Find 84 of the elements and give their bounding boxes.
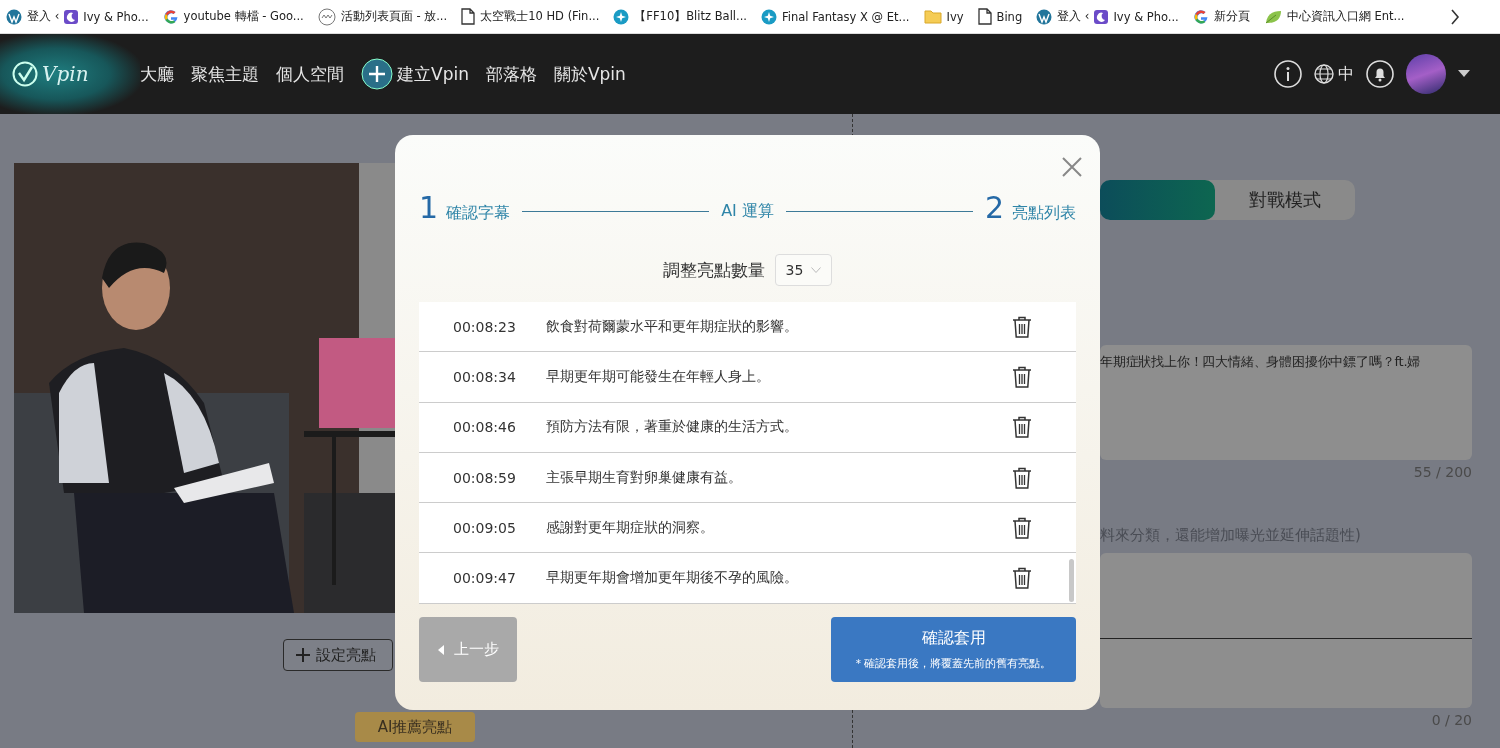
trash-icon <box>1012 516 1032 539</box>
nav-link[interactable]: 大廳 <box>140 62 174 86</box>
bookmark[interactable]: Final Fantasy X @ Et... <box>761 8 910 25</box>
delete-button[interactable] <box>1012 567 1032 590</box>
sparkle-icon <box>613 8 630 25</box>
check-circle-icon <box>12 61 38 87</box>
bookmark[interactable]: Bing <box>977 8 1023 25</box>
confirm-button[interactable]: 確認套用 * 確認套用後，將覆蓋先前的舊有亮點。 <box>831 617 1076 682</box>
bookmark[interactable]: 太空戰士10 HD (Fin... <box>461 8 600 25</box>
title-field[interactable]: 年期症狀找上你！四大情緒、身體困擾你中鏢了嗎？ft.婦 <box>1100 345 1472 460</box>
close-icon <box>1062 157 1082 177</box>
chevron-right-icon <box>1450 8 1460 25</box>
close-button[interactable] <box>1062 157 1082 177</box>
document-icon <box>977 8 992 25</box>
step-indicator: 1 確認字幕 <box>419 193 511 224</box>
delete-button[interactable] <box>1012 466 1032 489</box>
count-label: 調整亮點數量 <box>662 258 765 282</box>
bookmark[interactable]: Ivy <box>923 9 964 24</box>
bookmark[interactable]: 中心資訊入口網 Ent... <box>1263 8 1405 25</box>
highlight-text: 早期更年期可能發生在年輕人身上。 <box>546 367 771 386</box>
bookmark[interactable]: 登入 ‹ Ivy & Pho... <box>1036 8 1179 25</box>
plus-icon <box>296 648 310 662</box>
timestamp: 00:08:34 <box>452 368 517 385</box>
timestamp: 00:08:46 <box>452 419 517 436</box>
highlight-text: 預防方法有限，著重於健康的生活方式。 <box>546 418 799 437</box>
moon-app-icon <box>64 9 79 24</box>
logo[interactable]: Vpin <box>0 34 140 114</box>
count-select[interactable]: 35 <box>774 254 833 286</box>
step-indicator: 2 亮點列表 <box>984 193 1076 224</box>
step-label: AI 運算 <box>721 201 774 222</box>
bookmark[interactable]: youtube 轉檔 - Goo... <box>162 8 304 25</box>
google-icon <box>162 8 179 25</box>
moon-app-icon <box>1094 9 1109 24</box>
notifications-button[interactable] <box>1366 60 1394 88</box>
trash-icon <box>1012 315 1032 338</box>
set-highlight-button[interactable]: 設定亮點 <box>283 639 393 671</box>
google-icon <box>1192 8 1209 25</box>
plus-circle-icon <box>361 58 393 90</box>
highlight-text: 飲食對荷爾蒙水平和更年期症狀的影響。 <box>546 317 799 336</box>
scrollbar[interactable] <box>1069 559 1074 602</box>
info-icon <box>1274 60 1302 88</box>
chevron-down-icon <box>811 267 822 273</box>
bookmark[interactable]: 活動列表頁面 - 放... <box>317 7 448 26</box>
delete-button[interactable] <box>1012 416 1032 439</box>
leaf-icon <box>1263 8 1282 25</box>
wordpress-icon <box>1036 8 1053 25</box>
highlight-text: 感謝對更年期症狀的洞察。 <box>546 518 715 537</box>
nav-link[interactable]: 關於Vpin <box>553 62 626 86</box>
bell-icon <box>1366 60 1394 88</box>
timestamp: 00:08:23 <box>452 318 517 335</box>
avatar[interactable] <box>1406 54 1446 94</box>
nav-link[interactable]: 聚焦主題 <box>191 62 259 86</box>
timestamp: 00:09:05 <box>452 519 517 536</box>
nav-link[interactable]: 個人空間 <box>276 62 344 86</box>
wordpress-icon <box>6 8 22 25</box>
delete-button[interactable] <box>1012 516 1032 539</box>
trash-icon <box>1012 466 1032 489</box>
bookmark[interactable]: 新分頁 <box>1192 8 1250 25</box>
nav-link[interactable]: 部落格 <box>485 62 537 86</box>
bookmark[interactable]: 登入 ‹ Ivy & Pho... <box>6 8 149 25</box>
nav-link[interactable]: 建立Vpin <box>361 58 469 90</box>
sparkle-icon <box>761 8 777 25</box>
caret-down-icon <box>1458 70 1470 78</box>
caret-left-icon <box>437 644 444 655</box>
timestamp: 00:09:47 <box>452 570 517 587</box>
trash-icon <box>1012 365 1032 388</box>
info-button[interactable] <box>1274 60 1302 88</box>
character-counter: 0 / 20 <box>1430 712 1472 728</box>
language-button[interactable]: 中 <box>1314 63 1354 85</box>
trash-icon <box>1012 416 1032 439</box>
trash-icon <box>1012 567 1032 590</box>
bookmark[interactable]: 【FF10】Blitz Ball... <box>613 8 747 25</box>
highlight-text: 主張早期生育對卵巢健康有益。 <box>546 468 743 487</box>
highlight-text: 早期更年期會增加更年期後不孕的風險。 <box>546 569 799 588</box>
delete-button[interactable] <box>1012 365 1032 388</box>
ai-recommend-button[interactable]: AI推薦亮點 <box>355 712 475 742</box>
delete-button[interactable] <box>1012 315 1032 338</box>
globe-icon <box>1314 64 1334 84</box>
character-counter: 55 / 200 <box>1412 464 1472 480</box>
tags-field[interactable] <box>1100 553 1472 708</box>
document-icon <box>461 8 476 25</box>
folder-icon <box>923 9 942 24</box>
timestamp: 00:08:59 <box>452 469 517 486</box>
circle-logo-icon <box>317 7 336 26</box>
